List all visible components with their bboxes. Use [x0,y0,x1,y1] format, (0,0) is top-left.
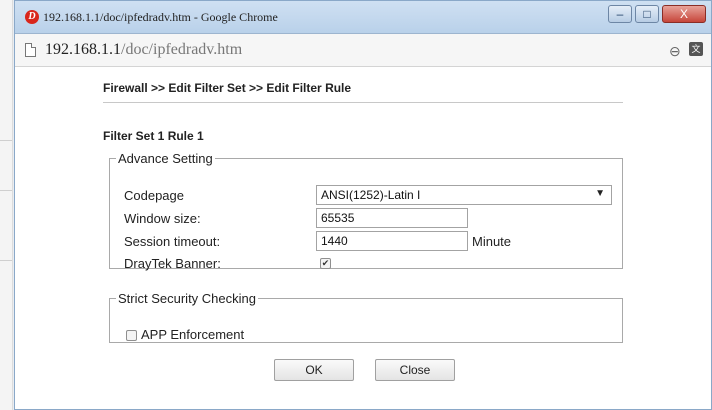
document-icon [25,43,36,57]
breadcrumb: Firewall >> Edit Filter Set >> Edit Filt… [103,81,352,95]
url-text[interactable]: 192.168.1.1/doc/ipfedradv.htm [45,41,242,59]
window-title: 192.168.1.1/doc/ipfedradv.htm - Google C… [43,10,278,24]
maximize-button[interactable]: □ [635,5,659,23]
advance-setting-group: Advance Setting Codepage ANSI(1252)-Lati… [109,151,623,271]
codepage-label: Codepage [124,188,184,203]
strict-security-legend: Strict Security Checking [118,291,256,306]
title-bar: D 192.168.1.1/doc/ipfedradv.htm - Google… [15,1,711,34]
window-size-label: Window size: [124,211,201,226]
translate-icon[interactable]: 文 [689,42,703,56]
close-window-button[interactable]: X [662,5,706,23]
session-timeout-label: Session timeout: [124,234,221,249]
ok-button[interactable]: OK [274,359,354,381]
session-timeout-input[interactable] [316,231,468,251]
page-title: Filter Set 1 Rule 1 [103,129,204,143]
session-timeout-unit: Minute [472,234,512,249]
close-button[interactable]: Close [375,359,455,381]
codepage-select[interactable]: ANSI(1252)-Latin I ▼ [316,185,612,205]
url-path: /doc/ipfedradv.htm [121,41,243,58]
dropdown-arrow-icon: ▼ [595,188,605,199]
address-bar[interactable]: 192.168.1.1/doc/ipfedradv.htm ⊖ 文 [15,34,711,67]
draytek-banner-label: DrayTek Banner: [124,256,221,271]
page-content: Firewall >> Edit Filter Set >> Edit Filt… [15,67,711,409]
window-size-input[interactable] [316,208,468,228]
background-page-edge [0,0,13,410]
url-host: 192.168.1.1 [45,41,121,58]
minimize-button[interactable]: – [608,5,632,23]
strict-security-group: Strict Security Checking APP Enforcement [109,291,623,343]
chrome-popup-window: D 192.168.1.1/doc/ipfedradv.htm - Google… [14,0,712,410]
app-enforcement-checkbox[interactable] [126,330,137,341]
codepage-selected-value: ANSI(1252)-Latin I [321,188,421,202]
advance-setting-legend: Advance Setting [118,151,213,166]
draytek-banner-checkbox[interactable]: ✔ [320,258,331,269]
zoom-out-icon[interactable]: ⊖ [669,43,681,60]
draytek-logo-icon: D [25,10,39,24]
app-enforcement-label: APP Enforcement [141,327,245,342]
divider [103,102,623,103]
